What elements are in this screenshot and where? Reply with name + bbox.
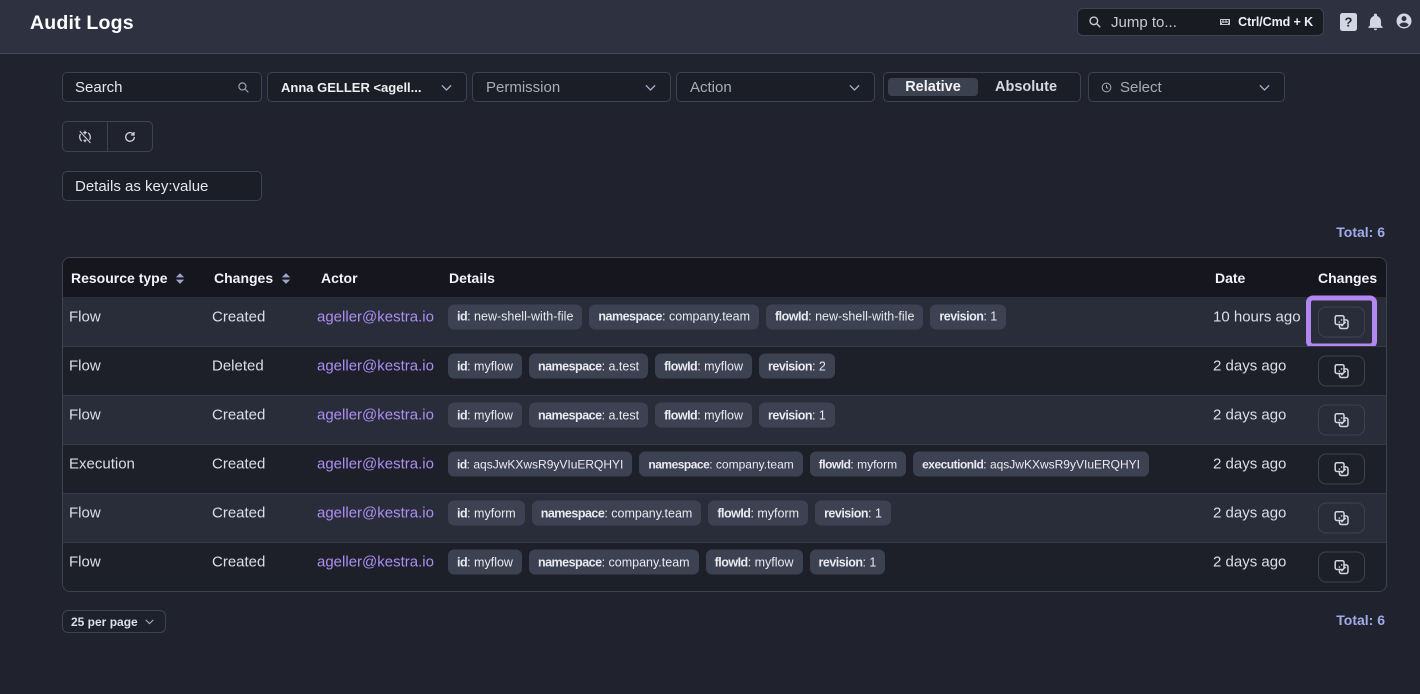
svg-text:?: ? bbox=[1345, 15, 1353, 30]
